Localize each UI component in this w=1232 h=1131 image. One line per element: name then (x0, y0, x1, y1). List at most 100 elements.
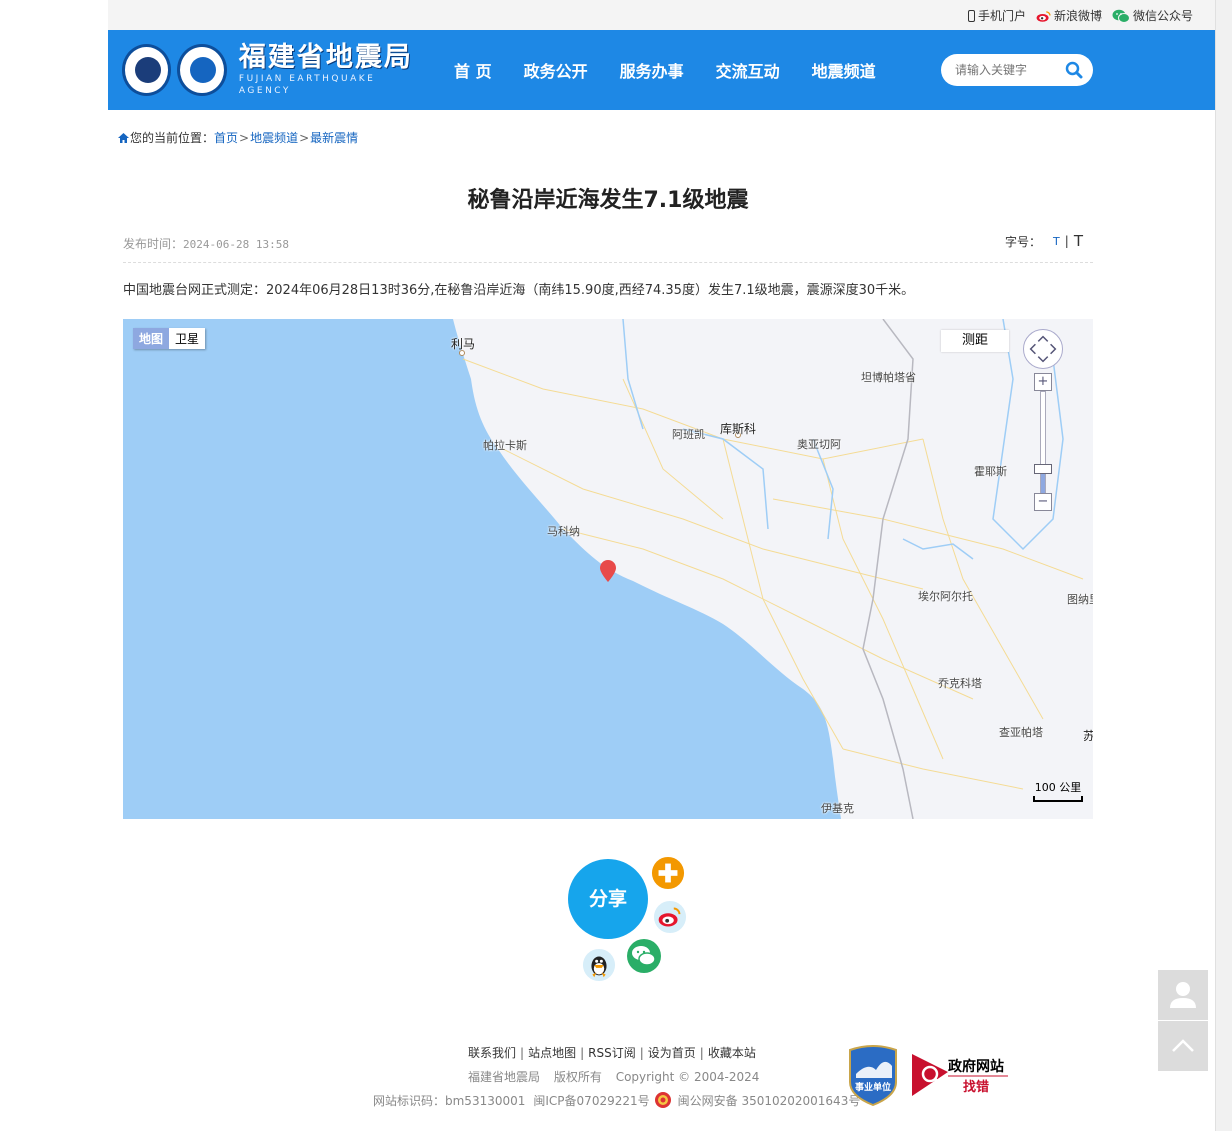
logo-title-cn: 福建省地震局 (238, 42, 413, 73)
font-large-button[interactable]: T (1074, 232, 1083, 250)
footer-org: 福建省地震局 (468, 1070, 541, 1084)
publish-time: 2024-06-28 13:58 (183, 238, 289, 251)
breadcrumb-earthquake-channel[interactable]: 地震频道 (250, 129, 298, 146)
place-su: 苏 (1083, 729, 1093, 743)
map-type-switch: 地图 卫星 (133, 328, 206, 349)
logo-title-en: FUJIAN EARTHQUAKE AGENCY (238, 74, 376, 96)
search-box (941, 54, 1093, 86)
epicenter-marker-icon[interactable] (600, 560, 616, 582)
share-weibo-icon[interactable] (653, 900, 687, 934)
map-scale-label: 100 公里 (1034, 781, 1082, 794)
share-more-icon[interactable] (651, 856, 685, 890)
fjea-emblem-icon (177, 44, 227, 96)
article-meta: 发布时间：2024-06-28 13:58 字号： T | T (123, 230, 1093, 263)
zoom-slider-handle[interactable] (1034, 464, 1052, 474)
badge2-title: 政府网站 (948, 1058, 1004, 1075)
top-links: 手机门户 新浪微博 微信公众号 (967, 7, 1193, 24)
nav-home[interactable]: 首 页 (454, 58, 492, 82)
wechat-link[interactable]: 微信公众号 (1112, 7, 1193, 24)
nav-services[interactable]: 服务办事 (620, 58, 684, 82)
badge1-text: 事业单位 (855, 1081, 891, 1093)
font-size-label: 字号： (1005, 234, 1042, 249)
breadcrumb-home[interactable]: 首页 (214, 129, 238, 146)
footer-link-set-home[interactable]: 设为首页 (648, 1046, 696, 1060)
place-chayanta: 查亚帕塔 (999, 726, 1043, 739)
public-institution-badge-icon[interactable]: 事业单位 (846, 1044, 900, 1106)
badge2-sub: 找错 (963, 1079, 989, 1095)
weibo-label: 新浪微博 (1053, 9, 1102, 23)
page-scrollbar[interactable] (1215, 0, 1232, 1131)
place-lima: 利马 (451, 337, 476, 351)
breadcrumb: 您的当前位置： 首页 > 地震频道 > 最新震情 (118, 129, 358, 146)
font-size-sep: | (1064, 234, 1069, 248)
footer-link-sitemap[interactable]: 站点地图 (528, 1046, 576, 1060)
article-title: 秘鲁沿岸近海发生7.1级地震 (467, 188, 749, 213)
footer-copyright: 福建省地震局 版权所有 Copyright © 2004-2024 (468, 1068, 769, 1085)
footer-site-id: 网站标识码：bm53130001 (373, 1093, 526, 1108)
footer-icp[interactable]: 闽ICP备07029221号 (533, 1092, 649, 1109)
measure-distance-button[interactable]: 测距 (941, 330, 1009, 352)
breadcrumb-sep: > (239, 130, 250, 145)
footer-police[interactable]: 闽公网安备 35010202001643号 (678, 1092, 861, 1109)
main-nav: 首 页 政务公开 服务办事 交流互动 地震频道 (438, 30, 892, 110)
footer-link-rss[interactable]: RSS订阅 (588, 1046, 636, 1060)
zoom-slider-track[interactable] (1040, 391, 1046, 497)
font-size-control: 字号： T | T (1005, 232, 1083, 250)
place-juliaca: 霍耶斯 (974, 465, 1007, 478)
side-user-button[interactable] (1158, 970, 1208, 1020)
zoom-in-button[interactable]: + (1034, 373, 1052, 391)
place-paracas: 帕拉卡斯 (483, 439, 527, 452)
share-qq-icon[interactable] (582, 948, 616, 982)
map-scale-bar (1033, 796, 1083, 802)
article-body: 中国地震台网正式测定：2024年06月28日13时36分,在秘鲁沿岸近海（南纬1… (123, 283, 915, 298)
breadcrumb-latest[interactable]: 最新震情 (310, 129, 358, 146)
place-urcos: 奥亚切阿 (797, 438, 841, 451)
share-wechat-icon[interactable] (626, 938, 662, 974)
top-utility-bar: 手机门户 新浪微博 微信公众号 (108, 0, 1215, 30)
footer-copyright-text: Copyright © 2004-2024 (615, 1070, 760, 1084)
weibo-icon (1036, 10, 1051, 22)
map-type-satellite-button[interactable]: 卫星 (169, 328, 206, 349)
zoom-out-button[interactable]: − (1034, 493, 1052, 511)
search-input[interactable] (953, 61, 1063, 79)
police-badge-icon (654, 1092, 671, 1108)
footer-links: 联系我们 | 站点地图 | RSS订阅 | 设为首页 | 收藏本站 (468, 1046, 756, 1060)
footer-link-contact[interactable]: 联系我们 (468, 1046, 516, 1060)
place-cusco: 库斯科 (720, 422, 757, 436)
chevron-up-icon (1172, 1039, 1194, 1052)
nav-gov-affairs[interactable]: 政务公开 (524, 58, 588, 82)
earthquake-map[interactable]: 利马 坦博帕塔省 阿班凯 库斯科 奥亚切阿 帕拉卡斯 霍耶斯 马科纳 埃尔阿尔托… (123, 319, 1093, 819)
place-arequipa: 埃尔阿尔托 (918, 590, 973, 603)
map-type-map-button[interactable]: 地图 (133, 328, 170, 349)
place-abancay: 阿班凯 (672, 428, 705, 441)
search-icon[interactable] (1065, 61, 1083, 79)
phone-icon (967, 9, 975, 22)
share-button[interactable]: 分享 (568, 859, 648, 939)
breadcrumb-sep: > (299, 130, 310, 145)
footer-rights: 版权所有 (553, 1070, 602, 1084)
gov-site-error-report-icon[interactable]: 政府网站 找错 (912, 1054, 1012, 1096)
publish-info: 发布时间：2024-06-28 13:58 (123, 235, 289, 252)
weibo-link[interactable]: 新浪微博 (1036, 7, 1102, 24)
footer-registration: 网站标识码：bm53130001 闽ICP备07029221号 闽公网安备 35… (373, 1091, 860, 1109)
pan-control-icon[interactable] (1023, 329, 1063, 369)
nav-earthquake-channel[interactable]: 地震频道 (812, 58, 876, 82)
place-marcona: 马科纳 (547, 525, 580, 538)
place-iquique: 伊基克 (821, 802, 854, 815)
ocean-area (123, 319, 841, 819)
back-to-top-button[interactable] (1158, 1021, 1208, 1071)
site-logo[interactable]: 福建省地震局 FUJIAN EARTHQUAKE AGENCY (122, 40, 422, 100)
seismic-bureau-emblem-icon (122, 44, 172, 96)
place-tunari: 图纳里 (1067, 593, 1093, 606)
footer-link-bookmark[interactable]: 收藏本站 (708, 1046, 756, 1060)
wechat-icon (1112, 9, 1130, 23)
font-small-button[interactable]: T (1053, 235, 1060, 248)
mobile-portal-link[interactable]: 手机门户 (967, 7, 1026, 24)
breadcrumb-prefix: 您的当前位置： (130, 131, 215, 145)
user-icon (1170, 982, 1196, 1008)
map-scale: 100 公里 (1033, 779, 1083, 802)
mobile-portal-label: 手机门户 (977, 9, 1026, 23)
place-chuquito: 乔克科塔 (938, 677, 982, 690)
home-icon (118, 132, 129, 143)
nav-interaction[interactable]: 交流互动 (716, 58, 780, 82)
